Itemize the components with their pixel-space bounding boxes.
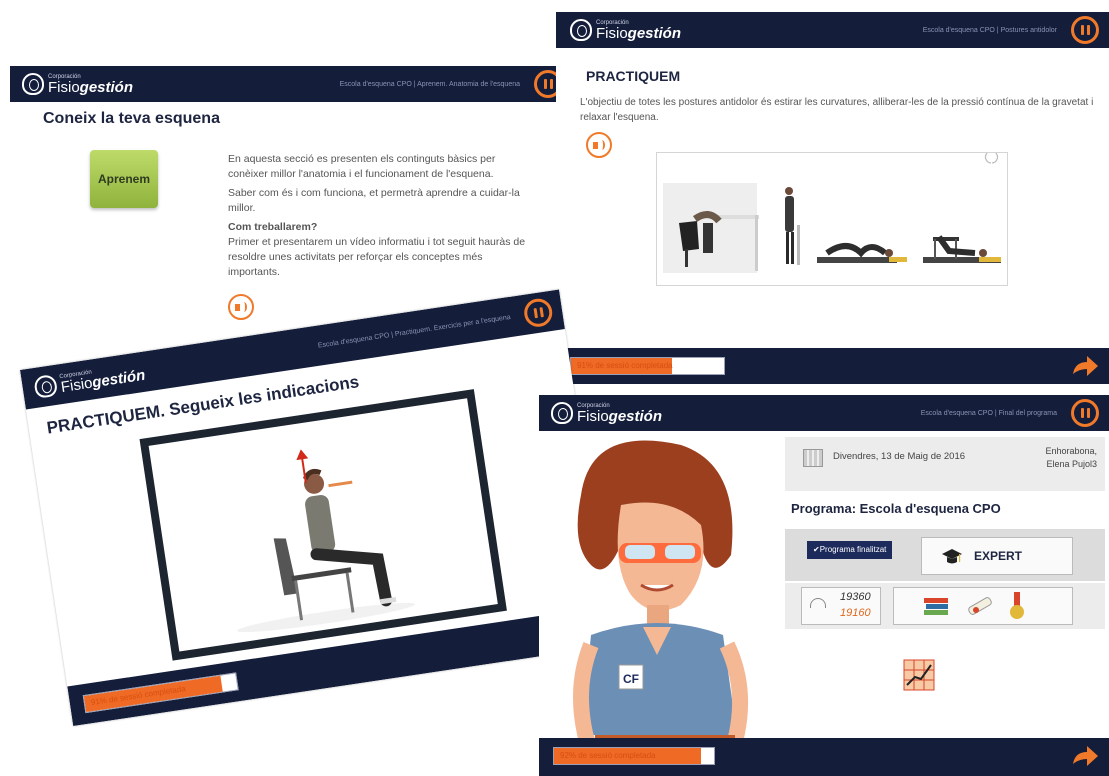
pause-icon[interactable] [1071, 399, 1099, 427]
postures-illustration [663, 150, 1001, 273]
top-bar: Corporación Fisiogestión Escola d'esquen… [556, 12, 1109, 48]
mortarboard-icon [942, 549, 962, 564]
paragraph-2: Saber com és i com funciona, et permetrà… [228, 187, 520, 214]
pause-icon[interactable] [522, 296, 555, 329]
audio-icon[interactable] [586, 132, 612, 158]
seated-exercise-illustration [236, 449, 415, 633]
session-progress: 92% de sessió completada [553, 747, 715, 765]
aprenem-button[interactable]: Aprenem [90, 150, 158, 208]
breadcrumb: Escola d'esquena CPO | Final del program… [920, 409, 1057, 417]
chart-icon [903, 659, 935, 691]
score-total: 19360 [840, 591, 871, 603]
books-icon [924, 598, 948, 615]
logo-icon [22, 73, 44, 95]
medal-icon [1010, 592, 1024, 619]
postures-image [656, 150, 1008, 286]
bottom-bar: 92% de sessió completada [539, 738, 1109, 776]
level-box: EXPERT [921, 537, 1073, 575]
program-finished-badge: ✔Programa finalitzat [807, 541, 893, 559]
score-achieved: 19160 [840, 607, 871, 619]
intro-text: En aquesta secció es presenten els conti… [228, 152, 528, 284]
screen-final-programa: Corporación Fisiogestión Escola d'esquen… [539, 395, 1109, 776]
score-row: 19360 19160 [785, 583, 1105, 629]
progress-text: 91% de sessió completada [577, 361, 673, 370]
breadcrumb: Escola d'esquena CPO | Postures antidolo… [922, 26, 1057, 34]
logo-icon [33, 373, 59, 399]
level-label: EXPERT [974, 549, 1023, 563]
page-title: Coneix la teva esquena [43, 110, 220, 127]
logo-icon [551, 402, 573, 424]
score-box: 19360 19160 [801, 587, 881, 625]
date-row: Divendres, 13 de Maig de 2016 Enhorabona… [785, 437, 1105, 491]
next-arrow-icon[interactable] [1071, 354, 1099, 378]
session-progress: 91% de sessió completada [570, 357, 725, 375]
top-bar: Corporación Fisiogestión Escola d'esquen… [539, 395, 1109, 431]
date: Divendres, 13 de Maig de 2016 [833, 451, 966, 462]
congrats: Enhorabona, Elena Pujol3 [1045, 446, 1097, 469]
trophies-box [893, 587, 1073, 625]
results-card: Divendres, 13 de Maig de 2016 Enhorabona… [785, 437, 1105, 737]
avatar-illustration: CF [573, 440, 749, 776]
exercise-video[interactable] [139, 389, 507, 661]
logo: Corporación Fisiogestión [570, 12, 681, 48]
program-title: Programa: Escola d'esquena CPO [791, 501, 1001, 516]
page-title: PRACTIQUEM [586, 68, 681, 84]
subheading: Com treballarem? [228, 221, 318, 233]
screen-practiquem-postures: Corporación Fisiogestión Escola d'esquen… [556, 12, 1109, 384]
paragraph-3: Primer et presentarem un vídeo informati… [228, 236, 526, 278]
gauge-icon [810, 598, 826, 608]
breadcrumb: Escola d'esquena CPO | Aprenem. Anatomia… [339, 80, 520, 88]
logo-icon [570, 19, 592, 41]
badges-row: ✔Programa finalitzat EXPERT [785, 529, 1105, 581]
next-arrow-icon[interactable] [1071, 744, 1099, 768]
progress-text: 92% de sessió completada [560, 751, 656, 760]
description: L'objectiu de totes les postures antidol… [580, 97, 1094, 123]
logo: Corporación Fisiogestión [22, 66, 133, 102]
paragraph-1: En aquesta secció es presenten els conti… [228, 153, 496, 180]
pause-icon[interactable] [1071, 16, 1099, 44]
logo: Corporación Fisiogestión [551, 395, 662, 431]
user-name: Elena Pujol3 [1046, 459, 1097, 469]
calendar-icon [803, 449, 823, 467]
svg-text:CF: CF [623, 672, 639, 686]
diploma-icon [968, 597, 992, 615]
audio-icon[interactable] [228, 294, 254, 320]
session-progress: 91% de sessió completada [82, 672, 239, 714]
bottom-bar: 91% de sessió completada [556, 348, 1109, 384]
top-bar: Corporación Fisiogestión Escola d'esquen… [10, 66, 572, 102]
